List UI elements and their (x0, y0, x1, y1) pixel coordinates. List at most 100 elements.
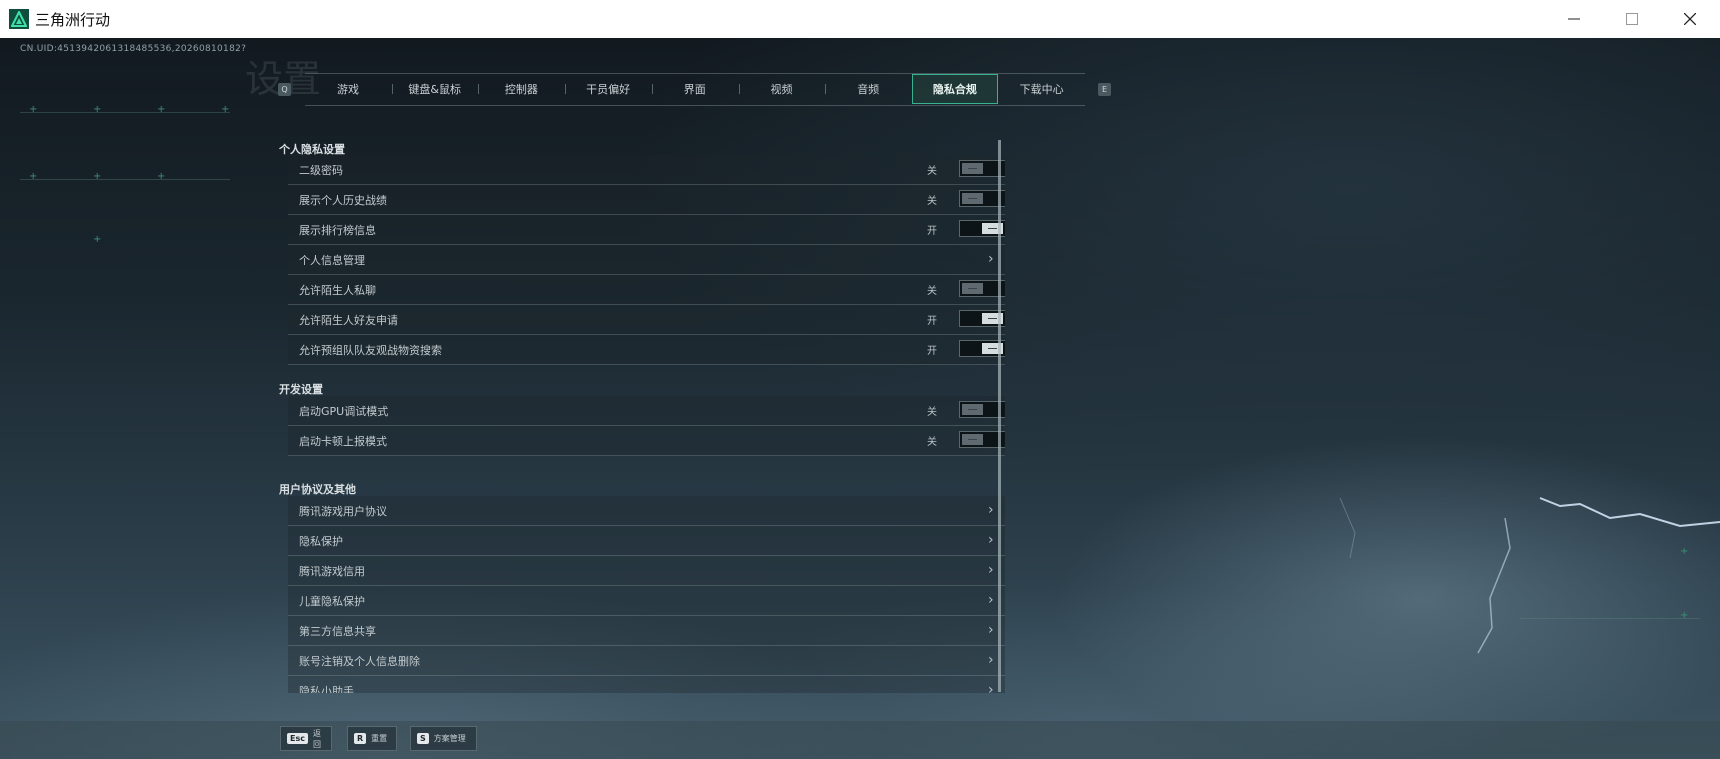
decor-cross: + (221, 104, 230, 115)
settings-row-label: 允许陌生人好友申请 (299, 314, 398, 327)
tab-item[interactable]: 音频 (825, 74, 911, 104)
toggle-state-text: 关 (927, 166, 937, 177)
decor-cross: + (29, 171, 38, 182)
chevron-right-icon: › (988, 622, 994, 638)
maximize-button[interactable] (1603, 0, 1661, 38)
user-uid-text: CN.UID:4513942061318485536,20260810182? (20, 44, 247, 54)
settings-row[interactable]: 儿童隐私保护 › (288, 586, 1005, 616)
tab-separator (391, 84, 393, 94)
tab-label: 游戏 (337, 83, 359, 96)
chevron-right-icon: › (988, 562, 994, 578)
settings-row-label: 第三方信息共享 (299, 625, 376, 638)
toggle-state-text: 开 (927, 316, 937, 327)
tab-label: 键盘&鼠标 (408, 83, 461, 96)
toggle-knob (962, 283, 983, 294)
settings-row[interactable]: 腾讯游戏用户协议 › (288, 496, 1005, 526)
tab-separator (825, 84, 827, 94)
tab-item[interactable]: 下载中心 (999, 74, 1085, 104)
settings-row[interactable]: 账号注销及个人信息删除 › (288, 646, 1005, 676)
tab-separator (478, 84, 480, 94)
settings-row[interactable]: 启动GPU调试模式 关 (288, 396, 1005, 426)
settings-row[interactable]: 腾讯游戏信用 › (288, 556, 1005, 586)
toggle-knob (962, 193, 983, 204)
settings-row-label: 账号注销及个人信息删除 (299, 655, 420, 668)
settings-row-label: 启动GPU调试模式 (299, 405, 389, 418)
plan-manage-button[interactable]: S 方案管理 (410, 726, 477, 751)
tab-label: 下载中心 (1019, 83, 1064, 96)
chevron-right-icon: › (988, 592, 994, 608)
toggle-state-text: 关 (927, 407, 937, 418)
tab-item[interactable]: 控制器 (478, 74, 564, 104)
settings-row[interactable]: 隐私小助手 › (288, 676, 1005, 693)
s-key-badge: S (417, 733, 429, 744)
decor-cross: + (93, 171, 102, 182)
settings-row-label: 个人信息管理 (299, 254, 365, 267)
toggle-state-text: 关 (927, 437, 937, 448)
settings-row[interactable]: 二级密码 关 (288, 155, 1005, 185)
tab-item[interactable]: 界面 (652, 74, 738, 104)
tab-item[interactable]: 干员偏好 (565, 74, 651, 104)
settings-row[interactable]: 个人信息管理 › (288, 245, 1005, 275)
chevron-right-icon: › (988, 251, 994, 267)
next-tab-key[interactable]: E (1098, 83, 1111, 96)
toggle-state-text: 关 (927, 286, 937, 297)
minimize-button[interactable] (1545, 0, 1603, 38)
decor-cross: + (93, 104, 102, 115)
decor-cross: + (93, 234, 102, 245)
settings-panel: 个人隐私设置 二级密码关展示个人历史战绩关展示排行榜信息开个人信息管理 › 允许陌生… (270, 128, 1005, 693)
decor-line (20, 179, 230, 180)
settings-row-label: 腾讯游戏用户协议 (299, 505, 387, 518)
section-title-agreements: 用户协议及其他 (279, 483, 356, 496)
reset-button[interactable]: R 重置 (347, 726, 397, 751)
settings-row-label: 隐私小助手 (299, 685, 354, 693)
r-key-badge: R (354, 733, 367, 744)
settings-row-label: 允许预组队队友观战物资搜索 (299, 344, 442, 357)
settings-row-label: 展示个人历史战绩 (299, 194, 387, 207)
plan-manage-label: 方案管理 (433, 734, 466, 743)
settings-row-label: 二级密码 (299, 164, 343, 177)
chevron-right-icon: › (988, 532, 994, 548)
tab-item[interactable]: 隐私合规 (911, 74, 998, 104)
prev-tab-key[interactable]: Q (278, 83, 291, 96)
settings-row[interactable]: 展示个人历史战绩 关 (288, 185, 1005, 215)
decor-cross: + (1680, 546, 1689, 557)
tab-label: 控制器 (504, 83, 538, 96)
tab-label: 隐私合规 (932, 83, 977, 96)
tab-separator (738, 84, 740, 94)
settings-row-label: 启动卡顿上报模式 (299, 435, 387, 448)
decor-cross: + (157, 104, 166, 115)
settings-row[interactable]: 允许陌生人私聊 关 (288, 275, 1005, 305)
tab-item[interactable]: 键盘&鼠标 (392, 74, 478, 104)
tab-separator (565, 84, 567, 94)
toggle-state-text: 关 (927, 196, 937, 207)
settings-row[interactable]: 允许陌生人好友申请 开 (288, 305, 1005, 335)
close-button[interactable] (1661, 0, 1719, 38)
toggle-knob (962, 434, 983, 445)
reset-label: 重置 (371, 734, 388, 743)
chevron-right-icon: › (988, 652, 994, 668)
decor-cross: + (29, 104, 38, 115)
settings-row-label: 隐私保护 (299, 535, 343, 548)
settings-row[interactable]: 允许预组队队友观战物资搜索 开 (288, 335, 1005, 365)
tab-item[interactable]: 视频 (739, 74, 825, 104)
settings-scrollbar[interactable] (998, 140, 1001, 692)
toggle-state-text: 开 (927, 226, 937, 237)
settings-row[interactable]: 启动卡顿上报模式 关 (288, 426, 1005, 456)
toggle-knob (962, 163, 983, 174)
settings-row[interactable]: 隐私保护 › (288, 526, 1005, 556)
toggle-knob (962, 404, 983, 415)
decor-line (20, 112, 230, 113)
back-label: 返回 (312, 728, 321, 749)
back-button[interactable]: Esc 返回 (280, 726, 332, 751)
chevron-right-icon: › (988, 682, 994, 693)
settings-row[interactable]: 第三方信息共享 › (288, 616, 1005, 646)
settings-row[interactable]: 展示排行榜信息 开 (288, 215, 1005, 245)
lightning-decoration (1339, 497, 1720, 654)
window-titlebar: 三角洲行动 (0, 0, 1720, 39)
tab-label: 干员偏好 (586, 83, 631, 96)
window-title: 三角洲行动 (35, 11, 111, 29)
tab-item[interactable]: 游戏 (305, 74, 391, 104)
decor-cross: + (157, 171, 166, 182)
chevron-right-icon: › (988, 502, 994, 518)
settings-row-label: 展示排行榜信息 (299, 224, 376, 237)
